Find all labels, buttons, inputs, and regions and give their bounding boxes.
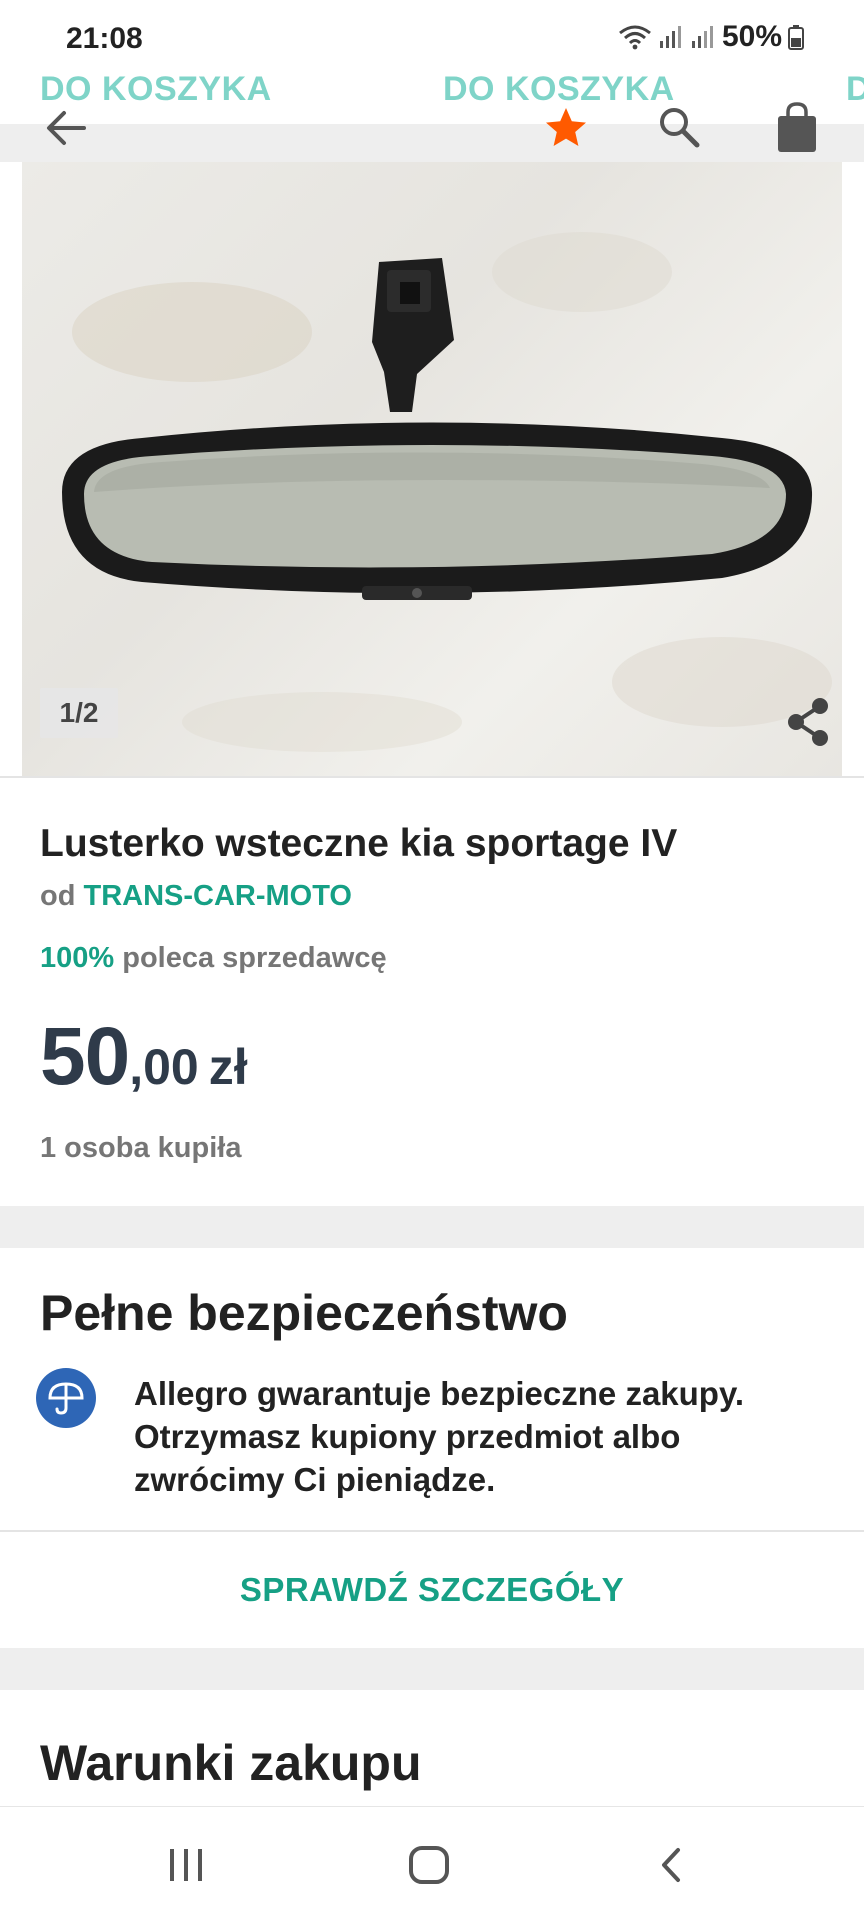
divider <box>0 776 864 778</box>
share-icon[interactable] <box>784 696 832 748</box>
back-icon[interactable] <box>658 1847 684 1883</box>
rearview-mirror-image <box>62 232 832 752</box>
signal-icon <box>659 26 681 48</box>
search-icon[interactable] <box>656 104 702 150</box>
seller-link[interactable]: TRANS-CAR-MOTO <box>84 880 353 912</box>
shopping-bag-icon[interactable] <box>774 100 820 154</box>
bought-count: 1 osoba kupiła <box>40 1132 242 1164</box>
status-time: 21:08 <box>66 22 143 55</box>
system-nav-bar <box>0 1806 864 1921</box>
recommend-percentage: 100% <box>40 942 115 974</box>
wifi-icon <box>619 25 651 50</box>
signal-icon <box>691 26 713 48</box>
purchase-terms-title: Warunki zakupu <box>40 1735 422 1791</box>
status-icons: 50% <box>618 20 804 54</box>
seller-line: od TRANS-CAR-MOTO <box>40 880 352 913</box>
battery-percentage: 50% <box>721 20 782 53</box>
product-image[interactable] <box>22 162 842 776</box>
back-arrow-icon[interactable] <box>44 108 88 148</box>
guarantee-text: Allegro gwarantuje bezpieczne zakupy. Ot… <box>134 1372 834 1501</box>
battery-icon <box>788 25 804 50</box>
safety-title: Pełne bezpieczeństwo <box>40 1285 568 1341</box>
section-separator <box>0 1648 864 1690</box>
guarantee-line: Allegro gwarantuje bezpieczne zakupy. <box>134 1375 745 1412</box>
guarantee-line: Otrzymasz kupiony przedmiot albo <box>134 1418 681 1455</box>
product-title: Lusterko wsteczne kia sportage IV <box>40 822 678 865</box>
guarantee-line: zwrócimy Ci pieniądze. <box>134 1461 496 1498</box>
recommend-text: poleca sprzedawcę <box>122 942 387 974</box>
seller-prefix: od <box>40 880 76 912</box>
image-counter: 1/2 <box>40 688 118 738</box>
seller-rating: 100% poleca sprzedawcę <box>40 942 387 975</box>
app-bar <box>0 96 864 162</box>
price-currency: zł <box>208 1039 248 1095</box>
home-icon[interactable] <box>408 1845 450 1885</box>
recent-apps-icon[interactable] <box>166 1847 206 1883</box>
check-details-button[interactable]: SPRAWDŹ SZCZEGÓŁY <box>0 1532 864 1648</box>
star-icon[interactable] <box>542 104 590 152</box>
section-separator <box>0 1206 864 1248</box>
price-whole: 50 <box>40 1011 130 1102</box>
price-fraction: ,00 <box>129 1039 199 1095</box>
price: 50 ,00 zł <box>40 1010 248 1104</box>
umbrella-shield-icon <box>36 1368 96 1428</box>
